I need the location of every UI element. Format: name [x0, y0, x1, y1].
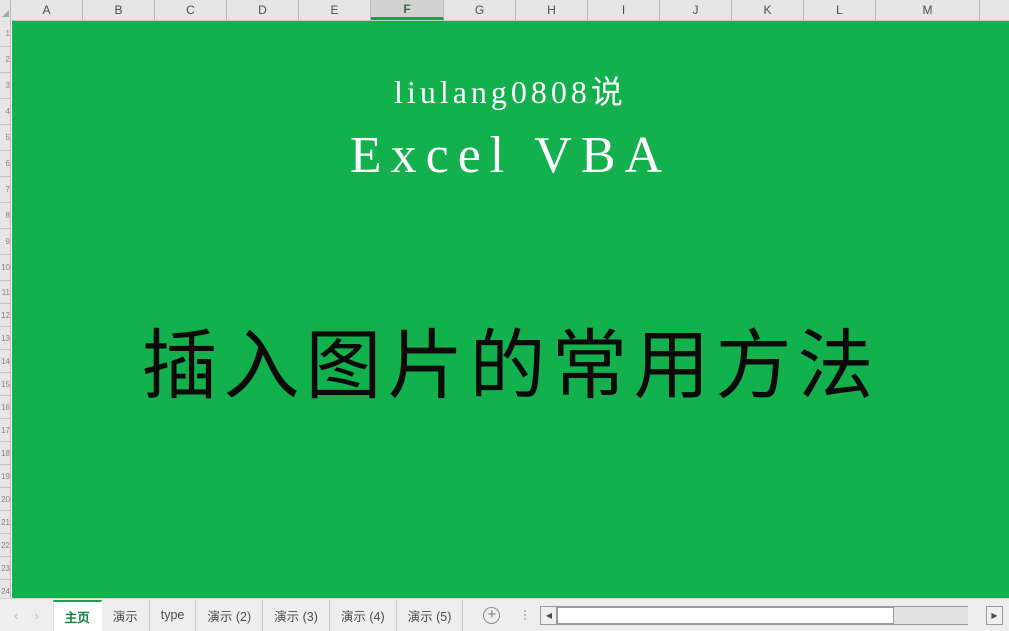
column-header-g[interactable]: G [444, 0, 516, 20]
row-header-5[interactable]: 5 [0, 125, 10, 151]
row-header-15[interactable]: 15 [0, 373, 10, 396]
column-header-j[interactable]: J [660, 0, 732, 20]
row-header-6[interactable]: 6 [0, 151, 10, 177]
column-header-h[interactable]: H [516, 0, 588, 20]
row-header-23[interactable]: 23 [0, 557, 10, 580]
row-header-22[interactable]: 22 [0, 534, 10, 557]
column-header-d[interactable]: D [227, 0, 299, 20]
column-header-strip: ABCDEFGHIJKLM [0, 0, 1009, 21]
sheet-tab-bar: ‹ › 主页 演示 type 演示 (2) 演示 (3) 演示 (4) 演示 (5) + ◀… [0, 598, 1009, 631]
row-header-7[interactable]: 7 [0, 177, 10, 203]
column-header-k[interactable]: K [732, 0, 804, 20]
scrollbar-track[interactable] [557, 605, 968, 625]
sheet-tab-list: 主页 演示 type 演示 (2) 演示 (3) 演示 (4) 演示 (5) [52, 599, 464, 631]
row-header-21[interactable]: 21 [0, 511, 10, 534]
column-header-b[interactable]: B [83, 0, 155, 20]
product-line: Excel VBA [349, 127, 672, 184]
row-header-4[interactable]: 4 [0, 99, 10, 125]
sheet-tab-3[interactable]: type [150, 599, 197, 631]
plus-circle-icon[interactable]: + [483, 605, 501, 624]
row-header-13[interactable]: 13 [0, 327, 10, 350]
triangle-right-icon[interactable]: ▶ [986, 605, 1003, 625]
sheet-tab-6[interactable]: 演示 (4) [330, 599, 397, 631]
dot [524, 618, 527, 620]
horizontal-scrollbar[interactable]: ◀ ▶ [540, 604, 1009, 627]
column-header-i[interactable]: I [588, 0, 660, 20]
more-vertical-icon[interactable] [520, 610, 530, 620]
row-header-8[interactable]: 8 [0, 203, 10, 229]
brand-line: liulang0808说 [394, 74, 627, 110]
sheet-canvas[interactable]: liulang0808说 Excel VBA 插入图片的常用方法 [12, 21, 1009, 598]
row-header-20[interactable]: 20 [0, 488, 10, 511]
row-header-14[interactable]: 14 [0, 350, 10, 373]
dot [524, 610, 527, 612]
title-block: liulang0808说 Excel VBA [12, 21, 1009, 182]
add-sheet-label: + [487, 605, 497, 623]
row-header-9[interactable]: 9 [0, 229, 10, 255]
scrollbar-thumb[interactable] [557, 606, 895, 624]
column-header-l[interactable]: L [804, 0, 876, 20]
column-header-c[interactable]: C [155, 0, 227, 20]
sheet-tab-5[interactable]: 演示 (3) [263, 599, 330, 631]
chevron-right-icon[interactable]: › [34, 609, 38, 622]
sheet-tab-1[interactable]: 主页 [52, 599, 102, 631]
scrollbar-gap [968, 606, 986, 625]
row-header-strip: 1234567891011121314151617181920212223242… [0, 21, 11, 598]
select-all-triangle-icon [2, 10, 9, 17]
row-header-1[interactable]: 1 [0, 21, 10, 47]
main-heading: 插入图片的常用方法 [141, 321, 880, 410]
column-header-m[interactable]: M [876, 0, 980, 20]
column-header-a[interactable]: A [11, 0, 83, 20]
spreadsheet-window: ABCDEFGHIJKLM 1 2 3 4 5 6 7 8 9 10 11 12 13 14 15 16 17 1… [0, 0, 1009, 631]
sheet-tab-4[interactable]: 演示 (2) [196, 599, 264, 631]
row-header-24[interactable]: 24 [0, 580, 10, 598]
row-header-2[interactable]: 2 [0, 47, 10, 73]
row-header-17[interactable]: 17 [0, 419, 10, 442]
column-headers: ABCDEFGHIJKLM [11, 0, 980, 20]
row-header-19[interactable]: 19 [0, 465, 10, 488]
row-header-18[interactable]: 18 [0, 442, 10, 465]
sheet-tab-2[interactable]: 演示 [102, 599, 150, 631]
row-header-16[interactable]: 16 [0, 396, 10, 419]
row-header-11[interactable]: 11 [0, 281, 10, 304]
dot [524, 614, 527, 616]
sheet-tab-7[interactable]: 演示 (5) [397, 599, 464, 631]
tab-navigation: ‹ › [0, 609, 53, 622]
chevron-left-icon[interactable]: ‹ [14, 609, 18, 622]
column-header-f[interactable]: F [371, 0, 444, 20]
row-header-3[interactable]: 3 [0, 73, 10, 99]
select-all-button[interactable] [0, 0, 11, 21]
add-sheet-area: + [463, 605, 530, 624]
row-header-12[interactable]: 12 [0, 304, 10, 327]
row-header-10[interactable]: 10 [0, 255, 10, 281]
triangle-left-icon[interactable]: ◀ [540, 605, 558, 625]
column-header-e[interactable]: E [299, 0, 371, 20]
